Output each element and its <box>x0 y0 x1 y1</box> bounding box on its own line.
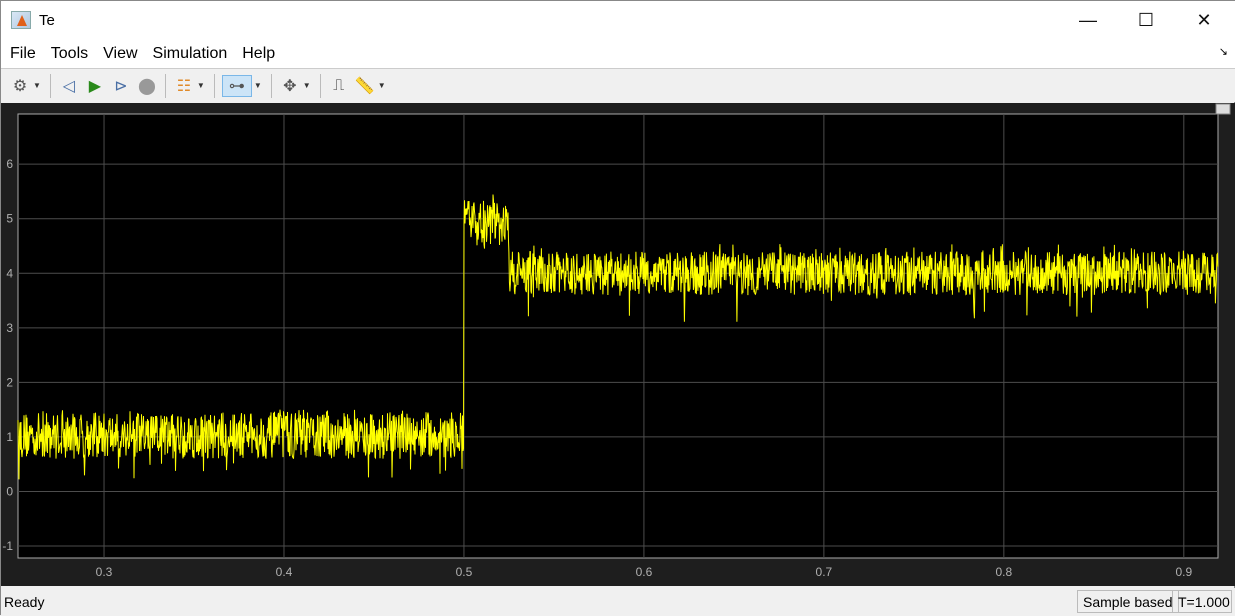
menu-simulation[interactable]: Simulation <box>153 45 228 63</box>
divider <box>319 73 321 98</box>
y-tick-label: 3 <box>6 321 13 335</box>
y-tick-label: 2 <box>6 375 13 389</box>
y-tick-label: 1 <box>6 430 13 444</box>
x-tick-label: 0.9 <box>1175 565 1192 579</box>
stop-icon[interactable]: ⬤ <box>136 75 158 97</box>
gear-icon[interactable]: ⚙ <box>9 75 31 97</box>
y-tick-label: 6 <box>6 157 13 171</box>
simulation-time: T=1.000 <box>1172 590 1232 613</box>
chevron-down-icon[interactable]: ▼ <box>303 81 311 90</box>
run-icon[interactable]: ▶ <box>84 75 106 97</box>
close-button[interactable]: ✕ <box>1181 7 1227 33</box>
y-tick-label: 4 <box>6 266 13 280</box>
measurement-icon[interactable]: 📏 <box>354 75 376 97</box>
x-tick-label: 0.8 <box>995 565 1012 579</box>
restore-axes-button[interactable] <box>1215 103 1231 115</box>
zoom-fit-icon[interactable]: ✥ <box>279 75 301 97</box>
maximize-button[interactable]: ☐ <box>1123 7 1169 33</box>
x-tick-label: 0.4 <box>276 565 293 579</box>
scope-display[interactable]: 0.3 0.4 0.5 0.6 0.7 0.8 0.9 -1 0 1 2 3 4 5 6 <box>1 103 1235 586</box>
x-tick-label: 0.5 <box>456 565 473 579</box>
plot-axes[interactable]: 0.3 0.4 0.5 0.6 0.7 0.8 0.9 -1 0 1 2 3 4 5 6 <box>1 103 1235 586</box>
divider <box>213 73 215 98</box>
menu-bar: File Tools View Simulation Help ↘ <box>1 39 1235 68</box>
menu-tools[interactable]: Tools <box>51 45 88 63</box>
step-back-icon[interactable]: ◁ <box>58 75 80 97</box>
menu-file[interactable]: File <box>10 45 36 63</box>
title-bar: Te — ☐ ✕ <box>1 1 1235 39</box>
step-forward-icon[interactable]: ⊳ <box>110 75 132 97</box>
window-title: Te <box>39 11 55 29</box>
toolbar: ⚙ ▼ ◁ ▶ ⊳ ⬤ ☷ ▼ ⊶ ▼ ✥ ▼ ⎍ 📏 ▼ <box>1 68 1235 102</box>
y-tick-label: -1 <box>2 539 13 553</box>
x-tick-label: 0.7 <box>816 565 833 579</box>
menu-help[interactable]: Help <box>242 45 275 63</box>
chevron-down-icon[interactable]: ▼ <box>197 81 205 90</box>
zoom-x-icon[interactable]: ⊶ <box>221 74 252 97</box>
x-tick-label: 0.6 <box>636 565 653 579</box>
x-tick-label: 0.3 <box>96 565 113 579</box>
menu-view[interactable]: View <box>103 45 137 63</box>
status-text: Ready <box>4 594 45 610</box>
signal-hierarchy-icon[interactable]: ☷ <box>173 75 195 97</box>
status-bar: Ready Sample based T=1.000 <box>1 588 1235 616</box>
triggers-icon[interactable]: ⎍ <box>328 75 350 97</box>
y-tick-label: 0 <box>6 484 13 498</box>
chevron-down-icon[interactable]: ▼ <box>378 81 386 90</box>
divider <box>164 73 166 98</box>
y-tick-label: 5 <box>6 212 13 226</box>
undock-icon[interactable]: ↘ <box>1219 45 1228 58</box>
minimize-button[interactable]: — <box>1065 7 1111 33</box>
sample-mode: Sample based <box>1077 590 1179 613</box>
chevron-down-icon[interactable]: ▼ <box>254 81 262 90</box>
divider <box>49 73 51 98</box>
divider <box>270 73 272 98</box>
matlab-logo-icon <box>11 11 31 29</box>
chevron-down-icon[interactable]: ▼ <box>33 81 41 90</box>
